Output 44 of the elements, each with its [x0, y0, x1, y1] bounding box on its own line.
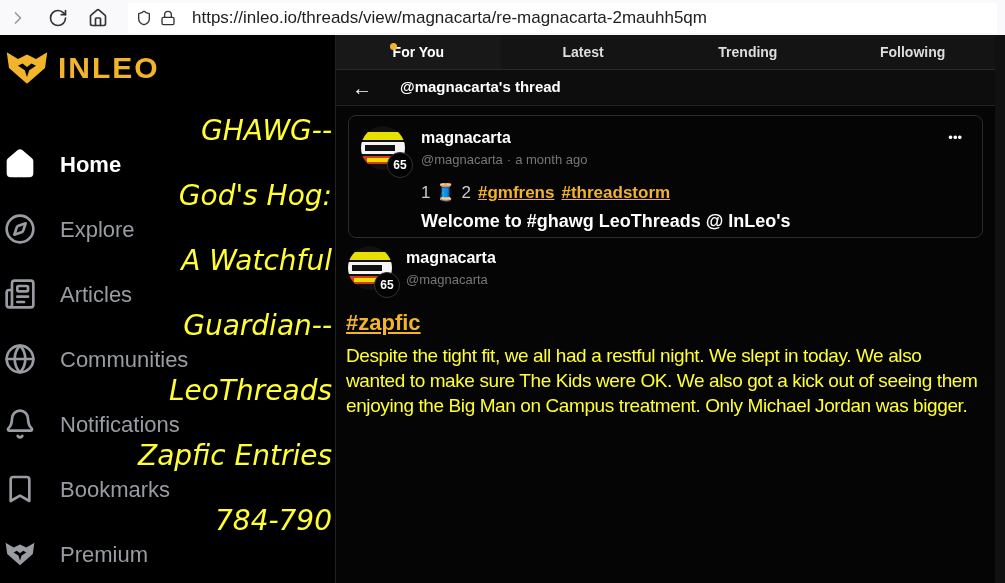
bell-icon: [4, 408, 36, 440]
more-button[interactable]: •••: [948, 128, 962, 148]
handwritten-note: A Watchful: [181, 243, 332, 279]
hashtag-link[interactable]: #zapfic: [346, 306, 421, 339]
sidebar-item[interactable]: Explore: [0, 211, 139, 247]
post-text: 2: [461, 181, 471, 204]
hashtag-link[interactable]: #threadstorm: [561, 179, 671, 205]
post-time: a month ago: [515, 151, 588, 169]
thread-title: @magnacarta's thread: [400, 77, 561, 98]
newspaper-icon: [4, 278, 36, 310]
reload-icon[interactable]: [48, 7, 68, 28]
handwritten-note: 784-790: [215, 503, 332, 539]
handwritten-note: Guardian--: [183, 308, 332, 344]
post-body: Despite the tight fit, we all had a restful night. We slept in today. We also wanted to make sure The Kids were OK. We also got a kick out of seeing them enjoying the Big Man on Campus treatment. Only Michael Jordan was bigger.: [346, 344, 979, 418]
feed-tab[interactable]: Following: [830, 35, 995, 69]
sidebar-item[interactable]: Bookmarks: [0, 471, 175, 507]
back-button[interactable]: ←: [352, 72, 372, 103]
handwritten-note: GHAWG--: [201, 113, 332, 149]
compass-icon: [4, 213, 36, 245]
post-text: Welcome to #ghawg LeoThreads @ InLeo's: [421, 210, 792, 233]
handwritten-note: God's Hog:: [178, 178, 332, 214]
hashtag-link[interactable]: #gmfrens: [477, 179, 555, 205]
sidebar-item[interactable]: Home: [0, 146, 126, 182]
globe-icon: [4, 343, 36, 375]
feed-tab[interactable]: Latest: [500, 35, 666, 69]
logo-text: INLEO: [58, 50, 160, 86]
author-handle: @magnacarta: [406, 271, 489, 289]
author-handle: @magnacarta: [421, 151, 503, 169]
reputation-badge: 65: [374, 272, 400, 298]
home-icon[interactable]: [88, 7, 108, 28]
feed-tab[interactable]: Trending: [665, 35, 831, 69]
author-name: magnacarta: [421, 128, 511, 148]
address-bar[interactable]: https://inleo.io/threads/view/magnacarta/re-magnacarta-2mauhh5qm: [128, 2, 997, 33]
author-name: magnacarta: [406, 248, 496, 268]
sidebar-item[interactable]: Articles: [0, 276, 137, 312]
lock-icon: [160, 9, 176, 26]
reputation-badge: 65: [387, 152, 413, 178]
sidebar-item[interactable]: Premium: [0, 536, 152, 572]
separator-dot: ·: [506, 151, 512, 169]
post-text: 1: [421, 181, 431, 204]
shield-icon: [136, 9, 152, 26]
url-text: https://inleo.io/threads/view/magnacarta/re-magnacarta-2mauhh5qm: [192, 6, 707, 29]
home-icon: [4, 148, 36, 180]
post-text: 🧵: [435, 181, 457, 204]
